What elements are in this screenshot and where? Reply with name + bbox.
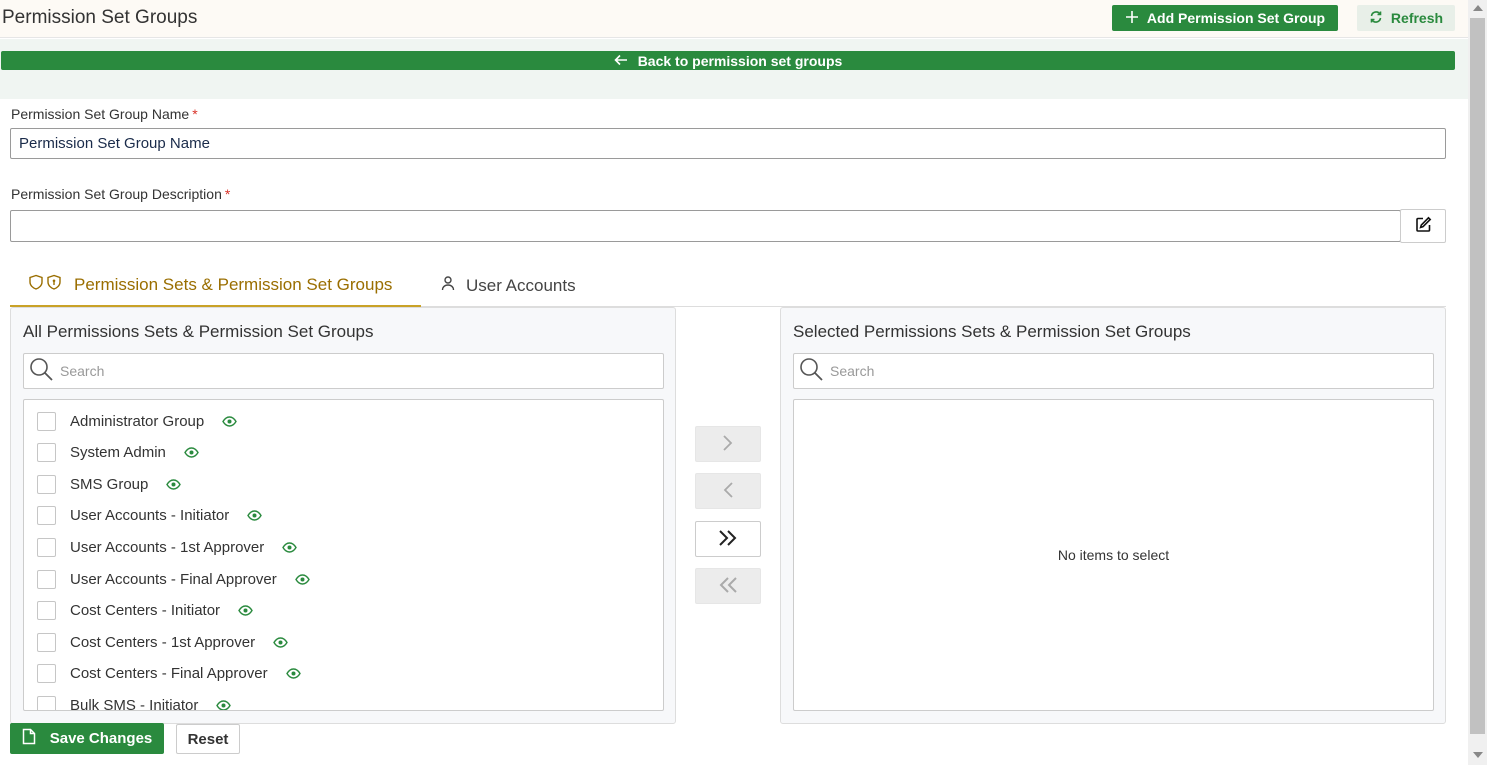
list-item[interactable]: System Admin (24, 441, 199, 465)
selected-list-panel: Selected Permissions Sets & Permission S… (780, 307, 1446, 724)
arrow-left-icon (614, 53, 628, 69)
list-item[interactable]: Cost Centers - Final Approver (24, 662, 301, 686)
item-label: Cost Centers - 1st Approver (70, 633, 256, 651)
item-label: Cost Centers - Initiator (70, 602, 221, 620)
eye-icon[interactable] (216, 700, 232, 710)
tab-bar: Permission Sets & Permission Set Groups … (10, 264, 1446, 307)
search-icon (28, 356, 54, 387)
group-name-value: Permission Set Group Name (19, 135, 210, 152)
refresh-button[interactable]: Refresh (1357, 5, 1455, 31)
item-checkbox[interactable] (37, 664, 56, 684)
refresh-icon (1369, 10, 1383, 27)
item-checkbox[interactable] (37, 506, 56, 526)
list-item[interactable]: Cost Centers - Initiator (24, 599, 253, 623)
selected-list-title: Selected Permissions Sets & Permission S… (793, 322, 1191, 341)
list-item[interactable]: User Accounts - Final Approver (24, 567, 310, 591)
shield-pair-icon (28, 274, 64, 295)
move-all-left-button[interactable] (695, 568, 761, 604)
double-chevron-right-icon (718, 529, 738, 550)
eye-icon[interactable] (294, 573, 310, 585)
description-field-label: Permission Set Group Description * (11, 186, 230, 202)
available-search-input[interactable] (60, 363, 650, 379)
list-item[interactable]: User Accounts - Initiator (24, 504, 263, 528)
selected-list: No items to select (793, 399, 1434, 711)
required-marker: * (224, 186, 231, 202)
available-list-panel: All Permissions Sets & Permission Set Gr… (10, 307, 676, 724)
save-changes-button[interactable]: Save Changes (10, 723, 164, 754)
back-to-groups-button[interactable]: Back to permission set groups (1, 51, 1455, 70)
move-all-right-button[interactable] (695, 521, 761, 557)
eye-icon[interactable] (166, 478, 182, 490)
available-list: Administrator Group System Admin SMS Group… (23, 399, 664, 711)
save-changes-label: Save Changes (49, 730, 153, 747)
app-root: Permission Set Groups Add Permission Set… (0, 0, 1487, 765)
list-item[interactable]: Bulk SMS - Initiator (24, 693, 232, 711)
selected-search-input[interactable] (830, 363, 1420, 379)
reset-button[interactable]: Reset (176, 724, 240, 754)
item-label: Bulk SMS - Initiator (70, 696, 199, 711)
list-item[interactable]: User Accounts - 1st Approver (24, 535, 298, 559)
user-icon (440, 275, 456, 296)
item-label: System Admin (70, 444, 166, 462)
tab-permission-sets-label: Permission Sets & Permission Set Groups (74, 274, 393, 294)
item-label: User Accounts - Initiator (70, 507, 230, 525)
selected-search-box (793, 353, 1434, 389)
tab-user-accounts[interactable]: User Accounts (440, 264, 600, 307)
move-selected-right-button[interactable] (695, 426, 761, 462)
item-checkbox[interactable] (37, 601, 56, 621)
item-label: Cost Centers - Final Approver (70, 665, 268, 683)
eye-icon[interactable] (285, 668, 301, 679)
eye-icon[interactable] (282, 542, 298, 553)
eye-icon[interactable] (273, 636, 288, 648)
item-checkbox[interactable] (37, 695, 56, 710)
available-list-title: All Permissions Sets & Permission Set Gr… (23, 322, 374, 341)
item-checkbox[interactable] (37, 443, 56, 463)
eye-icon[interactable] (238, 605, 253, 616)
item-label: User Accounts - 1st Approver (70, 538, 265, 556)
plus-icon (1125, 10, 1139, 27)
item-checkbox[interactable] (37, 474, 56, 494)
item-checkbox[interactable] (37, 632, 56, 652)
item-label: User Accounts - Final Approver (70, 570, 277, 588)
item-checkbox[interactable] (37, 569, 56, 589)
eye-icon[interactable] (184, 447, 199, 458)
refresh-button-label: Refresh (1390, 10, 1444, 26)
page-scrollbar[interactable] (1468, 0, 1487, 765)
chevron-left-icon (722, 481, 734, 502)
list-item[interactable]: SMS Group (24, 472, 182, 496)
scroll-thumb[interactable] (1470, 18, 1485, 734)
edit-icon (1415, 216, 1432, 236)
double-chevron-left-icon (718, 576, 738, 597)
scroll-up-arrow[interactable] (1473, 5, 1483, 11)
required-marker: * (192, 106, 198, 122)
description-label-text: Permission Set Group Description (11, 186, 222, 202)
move-selected-left-button[interactable] (695, 473, 761, 509)
add-permission-set-group-button[interactable]: Add Permission Set Group (1112, 5, 1338, 31)
eye-icon[interactable] (222, 415, 238, 427)
page-header: Permission Set Groups Add Permission Set… (0, 0, 1468, 38)
page-title: Permission Set Groups (2, 7, 198, 28)
file-icon (22, 728, 36, 749)
search-icon (798, 356, 824, 387)
available-search-box (23, 353, 664, 389)
list-item[interactable]: Administrator Group (24, 409, 238, 433)
tab-user-accounts-label: User Accounts (466, 275, 576, 295)
list-item[interactable]: Cost Centers - 1st Approver (24, 630, 288, 654)
group-name-input[interactable]: Permission Set Group Name (10, 128, 1446, 159)
tab-permission-sets[interactable]: Permission Sets & Permission Set Groups (10, 264, 421, 307)
item-checkbox[interactable] (37, 411, 56, 431)
name-label-text: Permission Set Group Name (11, 106, 190, 122)
chevron-right-icon (722, 434, 734, 455)
empty-list-message: No items to select (1057, 547, 1170, 563)
add-button-label: Add Permission Set Group (1146, 10, 1326, 26)
item-label: Administrator Group (70, 412, 205, 430)
item-label: SMS Group (70, 475, 149, 493)
edit-description-button[interactable] (1400, 209, 1446, 243)
name-field-label: Permission Set Group Name * (11, 106, 198, 122)
scroll-down-arrow[interactable] (1473, 752, 1483, 758)
item-checkbox[interactable] (37, 537, 56, 557)
back-label: Back to permission set groups (637, 52, 843, 69)
group-description-input[interactable] (10, 210, 1401, 242)
eye-icon[interactable] (247, 510, 263, 521)
